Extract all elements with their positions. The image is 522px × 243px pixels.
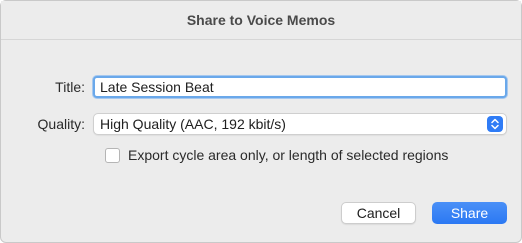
share-dialog: Share to Voice Memos Title: Quality: Hig… <box>0 0 522 243</box>
dialog-titlebar: Share to Voice Memos <box>1 1 521 40</box>
share-button[interactable]: Share <box>432 202 507 224</box>
quality-selected-value: High Quality (AAC, 192 kbit/s) <box>100 116 286 132</box>
cancel-button[interactable]: Cancel <box>341 202 416 224</box>
quality-select[interactable]: High Quality (AAC, 192 kbit/s) <box>93 113 507 135</box>
export-cycle-label[interactable]: Export cycle area only, or length of sel… <box>128 147 448 163</box>
export-cycle-row: Export cycle area only, or length of sel… <box>105 147 448 163</box>
export-cycle-checkbox[interactable] <box>105 147 120 163</box>
title-label: Title: <box>55 79 85 95</box>
updown-chevron-icon <box>487 116 503 132</box>
quality-label: Quality: <box>37 116 85 132</box>
title-row: Title: <box>11 76 507 98</box>
title-input[interactable] <box>93 76 507 98</box>
dialog-title: Share to Voice Memos <box>186 12 336 28</box>
quality-row: Quality: High Quality (AAC, 192 kbit/s) <box>11 113 507 135</box>
